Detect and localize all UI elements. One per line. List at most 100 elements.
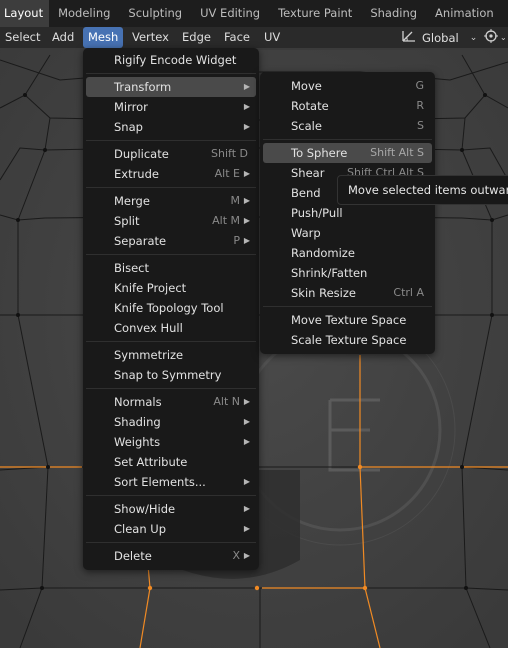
- menu-item-extrude[interactable]: Extrude Alt E ▶: [86, 164, 256, 184]
- menu-item-label: Snap to Symmetry: [114, 368, 222, 382]
- menu-item-label: Shear: [291, 166, 325, 180]
- tab-sculpting[interactable]: Sculpting: [119, 0, 191, 27]
- tab-modeling[interactable]: Modeling: [49, 0, 119, 27]
- menu-item-label: Show/Hide: [114, 502, 176, 516]
- menu-item-convex-hull[interactable]: Convex Hull: [86, 318, 256, 338]
- transform-submenu: Move G Rotate R Scale S To Sphere Shift …: [260, 72, 435, 354]
- mesh-menu: Rigify Encode Widget Transform ▶ Mirror …: [83, 48, 259, 570]
- menu-item-label: Transform: [114, 80, 172, 94]
- menu-item-label: Set Attribute: [114, 455, 188, 469]
- tab-shading[interactable]: Shading: [361, 0, 426, 27]
- menu-item-move[interactable]: Move G: [263, 76, 432, 96]
- menu-vertex[interactable]: Vertex: [127, 27, 174, 48]
- menu-item-label: Sort Elements...: [114, 475, 206, 489]
- menu-item-label: Bisect: [114, 261, 149, 275]
- transform-orientation-dropdown[interactable]: Global ⌄: [397, 27, 479, 48]
- menu-item-shading[interactable]: Shading ▶: [86, 412, 256, 432]
- viewport-header: Select Add Mesh Vertex Edge Face UV Glob…: [0, 27, 508, 48]
- menu-select[interactable]: Select: [0, 27, 45, 48]
- menu-item-duplicate[interactable]: Duplicate Shift D: [86, 144, 256, 164]
- menu-item-snap[interactable]: Snap ▶: [86, 117, 256, 137]
- menu-item-show-hide[interactable]: Show/Hide ▶: [86, 499, 256, 519]
- tab-uv-editing[interactable]: UV Editing: [191, 0, 269, 27]
- menu-edge[interactable]: Edge: [177, 27, 216, 48]
- menu-item-label: Knife Project: [114, 281, 187, 295]
- menu-divider: [86, 140, 256, 141]
- menu-item-mirror[interactable]: Mirror ▶: [86, 97, 256, 117]
- menu-item-delete[interactable]: Delete X ▶: [86, 546, 256, 566]
- menu-item-label: Warp: [291, 226, 321, 240]
- menu-item-skin-resize[interactable]: Skin Resize Ctrl A: [263, 283, 432, 303]
- menu-item-label: Duplicate: [114, 147, 169, 161]
- menu-add[interactable]: Add: [47, 27, 79, 48]
- triangle-right-icon: ▶: [243, 216, 250, 225]
- triangle-right-icon: ▶: [243, 122, 250, 131]
- menu-item-shortcut: R: [416, 99, 424, 112]
- chevron-down-icon: ⌄: [500, 33, 507, 42]
- menu-item-shortcut: Alt E: [214, 167, 240, 180]
- menu-item-label: Normals: [114, 395, 162, 409]
- menu-item-normals[interactable]: Normals Alt N ▶: [86, 392, 256, 412]
- menu-item-to-sphere[interactable]: To Sphere Shift Alt S: [263, 143, 432, 163]
- menu-item-warp[interactable]: Warp: [263, 223, 432, 243]
- triangle-right-icon: ▶: [243, 169, 250, 178]
- menu-item-transform[interactable]: Transform ▶: [86, 77, 256, 97]
- menu-item-label: Shading: [114, 415, 161, 429]
- menu-item-label: Randomize: [291, 246, 355, 260]
- menu-item-set-attribute[interactable]: Set Attribute: [86, 452, 256, 472]
- menu-item-weights[interactable]: Weights ▶: [86, 432, 256, 452]
- menu-item-split[interactable]: Split Alt M ▶: [86, 211, 256, 231]
- menu-item-shrink-fatten[interactable]: Shrink/Fatten: [263, 263, 432, 283]
- menu-item-label: Split: [114, 214, 140, 228]
- menu-item-label: Scale: [291, 119, 322, 133]
- menu-item-shortcut: S: [417, 119, 424, 132]
- menu-item-rotate[interactable]: Rotate R: [263, 96, 432, 116]
- tab-rendering[interactable]: Re: [503, 0, 508, 27]
- menu-item-merge[interactable]: Merge M ▶: [86, 191, 256, 211]
- menu-item-snap-to-symmetry[interactable]: Snap to Symmetry: [86, 365, 256, 385]
- menu-item-rigify-encode-widget[interactable]: Rigify Encode Widget: [86, 50, 256, 70]
- menu-item-label: Weights: [114, 435, 161, 449]
- menu-item-shortcut: Ctrl A: [393, 286, 424, 299]
- triangle-right-icon: ▶: [243, 504, 250, 513]
- menu-item-knife-project[interactable]: Knife Project: [86, 278, 256, 298]
- menu-item-label: Move: [291, 79, 322, 93]
- menu-item-label: Separate: [114, 234, 167, 248]
- menu-item-bisect[interactable]: Bisect: [86, 258, 256, 278]
- menu-divider: [263, 139, 432, 140]
- menu-item-shortcut: Alt N: [213, 395, 240, 408]
- menu-item-symmetrize[interactable]: Symmetrize: [86, 345, 256, 365]
- triangle-right-icon: ▶: [243, 82, 250, 91]
- menu-item-scale[interactable]: Scale S: [263, 116, 432, 136]
- triangle-right-icon: ▶: [243, 236, 250, 245]
- tab-texture-paint[interactable]: Texture Paint: [269, 0, 361, 27]
- menu-item-knife-topology-tool[interactable]: Knife Topology Tool: [86, 298, 256, 318]
- menu-item-label: Rotate: [291, 99, 329, 113]
- menu-item-scale-texture-space[interactable]: Scale Texture Space: [263, 330, 432, 350]
- menu-item-label: Clean Up: [114, 522, 167, 536]
- snap-button[interactable]: ⌄: [484, 27, 508, 48]
- menu-item-randomize[interactable]: Randomize: [263, 243, 432, 263]
- triangle-right-icon: ▶: [243, 524, 250, 533]
- menu-item-separate[interactable]: Separate P ▶: [86, 231, 256, 251]
- menu-item-push-pull[interactable]: Push/Pull: [263, 203, 432, 223]
- chevron-down-icon: ⌄: [469, 32, 478, 43]
- menu-item-sort-elements[interactable]: Sort Elements... ▶: [86, 472, 256, 492]
- menu-item-label: Move Texture Space: [291, 313, 407, 327]
- menu-item-clean-up[interactable]: Clean Up ▶: [86, 519, 256, 539]
- tab-animation[interactable]: Animation: [426, 0, 503, 27]
- menu-face[interactable]: Face: [219, 27, 255, 48]
- menu-item-label: Shrink/Fatten: [291, 266, 368, 280]
- triangle-right-icon: ▶: [243, 477, 250, 486]
- menu-item-shortcut: G: [415, 79, 424, 92]
- menu-divider: [86, 73, 256, 74]
- menu-divider: [86, 254, 256, 255]
- snap-icon: [484, 29, 498, 46]
- menu-item-move-texture-space[interactable]: Move Texture Space: [263, 310, 432, 330]
- menu-mesh[interactable]: Mesh: [83, 27, 124, 48]
- tab-layout[interactable]: Layout: [0, 0, 50, 27]
- workspace-tab-bar: Layout Modeling Sculpting UV Editing Tex…: [0, 0, 508, 27]
- menu-uv[interactable]: UV: [259, 27, 285, 48]
- triangle-right-icon: ▶: [243, 437, 250, 446]
- tooltip-text: Move selected items outward i: [348, 183, 508, 197]
